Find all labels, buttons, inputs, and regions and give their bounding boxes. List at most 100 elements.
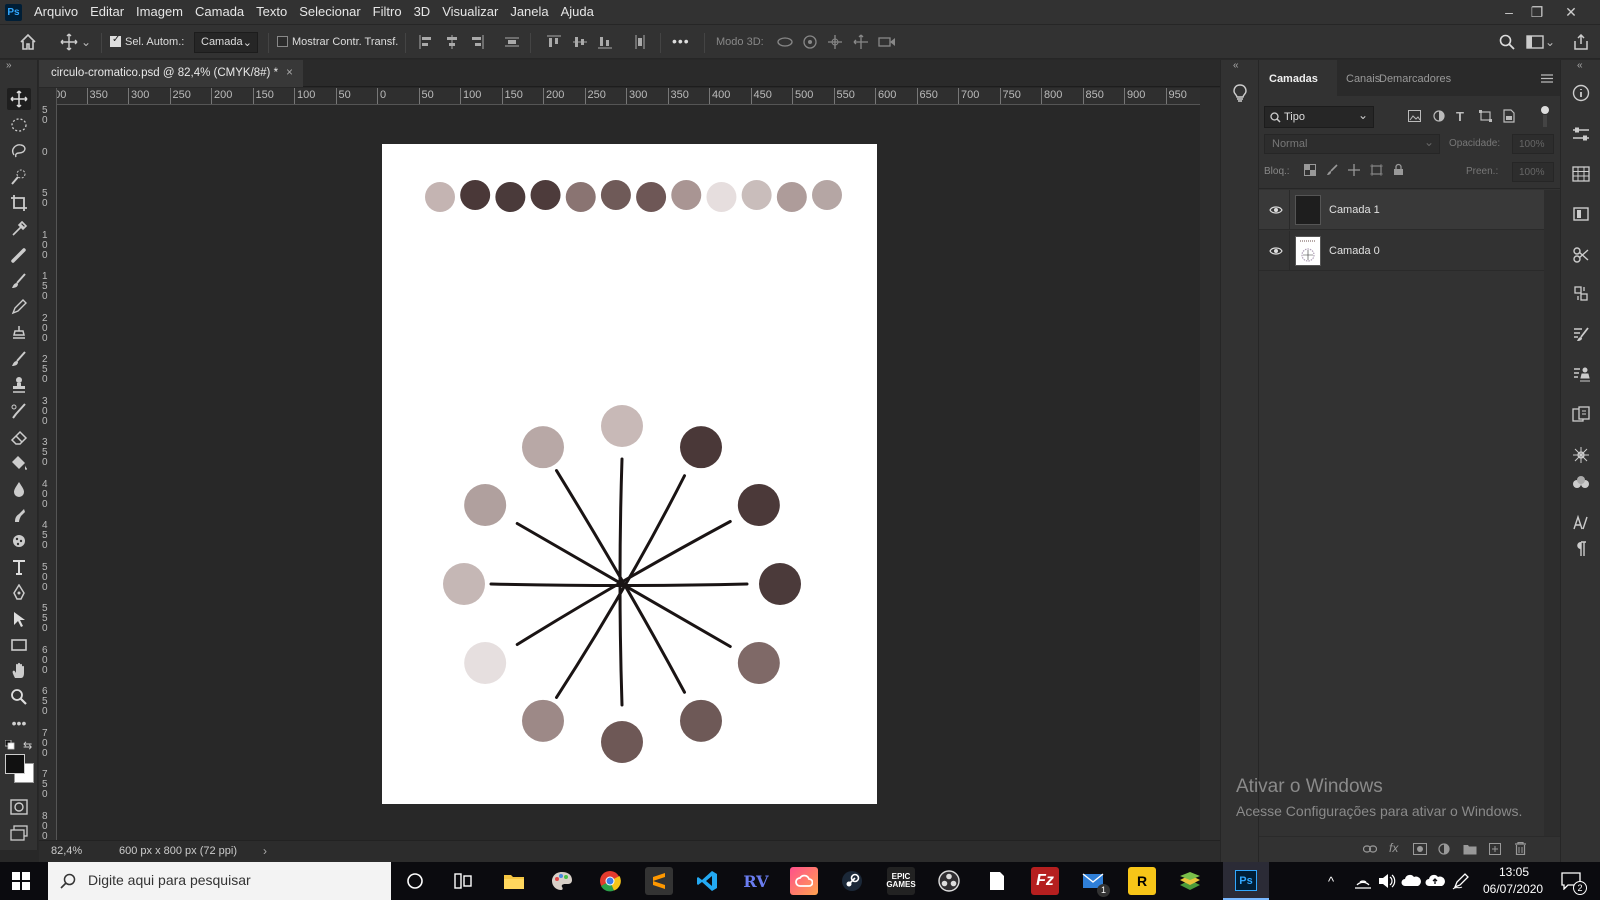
layer-name[interactable]: Camada 0 xyxy=(1329,245,1380,257)
new-layer-icon[interactable] xyxy=(1489,843,1501,855)
layer-filter-select[interactable]: Tipo ⌄ xyxy=(1264,106,1374,128)
marquee-tool-icon[interactable] xyxy=(7,114,31,136)
zoom-level[interactable]: 82,4% xyxy=(51,845,82,857)
lock-pixels-icon[interactable] xyxy=(1326,164,1338,176)
lasso-tool-icon[interactable] xyxy=(7,140,31,162)
filter-smart-object-icon[interactable] xyxy=(1503,109,1515,123)
restore-icon[interactable]: ❐ xyxy=(1522,0,1552,24)
chrome-icon[interactable] xyxy=(596,867,624,895)
tab-camadas[interactable]: Camadas xyxy=(1269,73,1318,85)
eraser-tool-icon[interactable] xyxy=(7,426,31,448)
steam-icon[interactable] xyxy=(838,867,866,895)
menu-editar[interactable]: Editar xyxy=(84,0,130,24)
auto-select-checkbox[interactable] xyxy=(110,34,121,47)
layer-row-camada-1[interactable]: Camada 1 xyxy=(1259,190,1544,230)
vscode-icon[interactable] xyxy=(693,867,721,895)
workspace-icon[interactable] xyxy=(1524,31,1546,53)
home-icon[interactable] xyxy=(17,31,39,53)
trash-icon[interactable] xyxy=(1515,842,1526,855)
collapse-arrows-icon[interactable]: » xyxy=(6,60,12,71)
taskbar-search-box[interactable]: Digite aqui para pesquisar xyxy=(48,862,391,900)
close-icon[interactable]: ✕ xyxy=(1556,0,1586,24)
add-mask-icon[interactable] xyxy=(1413,843,1427,855)
clone-stamp-tool-icon[interactable] xyxy=(7,322,31,344)
photoshop-taskbar-button[interactable]: Ps xyxy=(1223,862,1269,900)
learn-icon[interactable] xyxy=(1228,82,1252,104)
task-view-icon[interactable] xyxy=(449,867,477,895)
3d-pan-icon[interactable] xyxy=(824,31,846,53)
stamp-tool-icon[interactable] xyxy=(7,374,31,396)
status-menu-arrow[interactable]: › xyxy=(263,844,267,858)
menu-arquivo[interactable]: Arquivo xyxy=(28,0,84,24)
opacity-input[interactable]: 100% xyxy=(1512,134,1554,154)
blend-mode-select[interactable]: Normal ⌄ xyxy=(1264,134,1440,154)
distribute-icon[interactable] xyxy=(501,31,523,53)
windows-start-icon[interactable] xyxy=(12,872,30,890)
healing-brush-tool-icon[interactable] xyxy=(7,244,31,266)
onedrive-icon[interactable] xyxy=(1401,873,1421,887)
auto-select-target-select[interactable]: Camada ⌄ xyxy=(194,32,258,53)
panel-menu-icon[interactable] xyxy=(1541,74,1553,83)
properties-icon[interactable] xyxy=(1569,123,1593,145)
menu-janela[interactable]: Janela xyxy=(504,0,554,24)
filter-adjustment-icon[interactable] xyxy=(1433,110,1445,122)
document-tab[interactable]: circulo-cromatico.psd @ 82,4% (CMYK/8#) … xyxy=(39,60,303,87)
collapse-arrows-icon[interactable]: « xyxy=(1577,60,1583,71)
quick-mask-icon[interactable] xyxy=(7,796,31,818)
libraries-icon[interactable] xyxy=(1569,203,1593,225)
minimize-icon[interactable]: – xyxy=(1494,0,1524,24)
sublime-text-icon[interactable] xyxy=(645,867,673,895)
filter-toggle[interactable] xyxy=(1541,106,1549,114)
network-icon[interactable] xyxy=(1354,873,1372,889)
eye-icon[interactable] xyxy=(1269,244,1283,258)
tab-close-icon[interactable]: × xyxy=(286,67,293,87)
clock-time[interactable]: 13:05 xyxy=(1499,865,1529,879)
pen-tool-icon[interactable] xyxy=(7,582,31,604)
menu-ajuda[interactable]: Ajuda xyxy=(555,0,600,24)
pen-input-icon[interactable] xyxy=(1452,872,1470,890)
notepad-icon[interactable] xyxy=(983,867,1011,895)
horizontal-ruler[interactable]: 4003503002502001501005005010015020025030… xyxy=(57,88,1200,105)
brush-settings-icon[interactable] xyxy=(1569,323,1593,345)
menu-texto[interactable]: Texto xyxy=(250,0,293,24)
blur-tool-icon[interactable] xyxy=(7,478,31,500)
layer-name[interactable]: Camada 1 xyxy=(1329,204,1380,216)
menu-imagem[interactable]: Imagem xyxy=(130,0,189,24)
cloud-sync-icon[interactable] xyxy=(1425,873,1445,887)
creative-cloud-icon[interactable] xyxy=(790,867,818,895)
search-icon[interactable] xyxy=(1496,31,1518,53)
smudge-tool-icon[interactable] xyxy=(7,504,31,526)
lock-position-icon[interactable] xyxy=(1348,164,1360,176)
menu-camada[interactable]: Camada xyxy=(189,0,250,24)
sponge-tool-icon[interactable] xyxy=(7,530,31,552)
palette-app-icon[interactable] xyxy=(548,867,576,895)
filezilla-icon[interactable]: Fz xyxy=(1031,867,1059,895)
3d-camera-icon[interactable] xyxy=(876,31,898,53)
menu-filtro[interactable]: Filtro xyxy=(367,0,408,24)
new-group-icon[interactable] xyxy=(1463,843,1477,855)
epic-games-icon[interactable]: EPIC GAMES xyxy=(886,867,916,895)
link-layers-icon[interactable] xyxy=(1363,844,1377,854)
screen-mode-icon[interactable] xyxy=(7,822,31,844)
vertical-scrollbar[interactable] xyxy=(1200,88,1220,840)
align-top-icon[interactable] xyxy=(543,31,565,53)
layers-scrollbar[interactable] xyxy=(1544,190,1561,862)
align-center-h-icon[interactable] xyxy=(441,31,463,53)
fill-input[interactable]: 100% xyxy=(1512,162,1554,182)
lock-all-icon[interactable] xyxy=(1393,163,1404,176)
rectangle-tool-icon[interactable] xyxy=(7,634,31,656)
channels-icon[interactable] xyxy=(1569,283,1593,305)
collapse-arrows-icon[interactable]: « xyxy=(1233,60,1239,71)
filter-pixel-icon[interactable] xyxy=(1408,110,1421,122)
chevron-up-icon[interactable]: ^ xyxy=(1328,874,1334,889)
pencil-tool-icon[interactable] xyxy=(7,296,31,318)
info-icon[interactable] xyxy=(1569,82,1593,104)
cortana-icon[interactable] xyxy=(401,867,429,895)
tab-canais[interactable]: Canais xyxy=(1346,73,1380,85)
distribute-v-icon[interactable] xyxy=(629,31,651,53)
align-middle-v-icon[interactable] xyxy=(569,31,591,53)
3d-icon[interactable] xyxy=(1569,444,1593,466)
swap-colors-icon[interactable]: ⇆ xyxy=(23,739,32,752)
chevron-down-icon[interactable]: ⌄ xyxy=(1544,31,1556,53)
stack-app-icon[interactable] xyxy=(1176,867,1204,895)
